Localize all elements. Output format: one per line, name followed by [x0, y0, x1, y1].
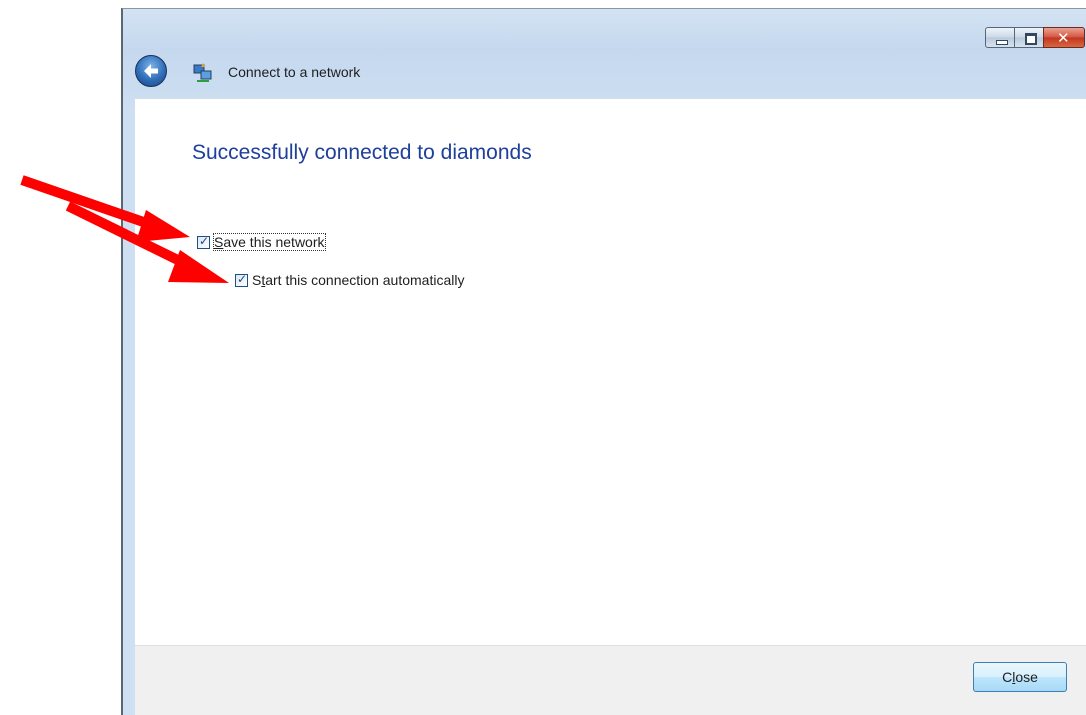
annotation-arrow-save: [20, 175, 190, 242]
annotation-arrows: [20, 175, 229, 283]
